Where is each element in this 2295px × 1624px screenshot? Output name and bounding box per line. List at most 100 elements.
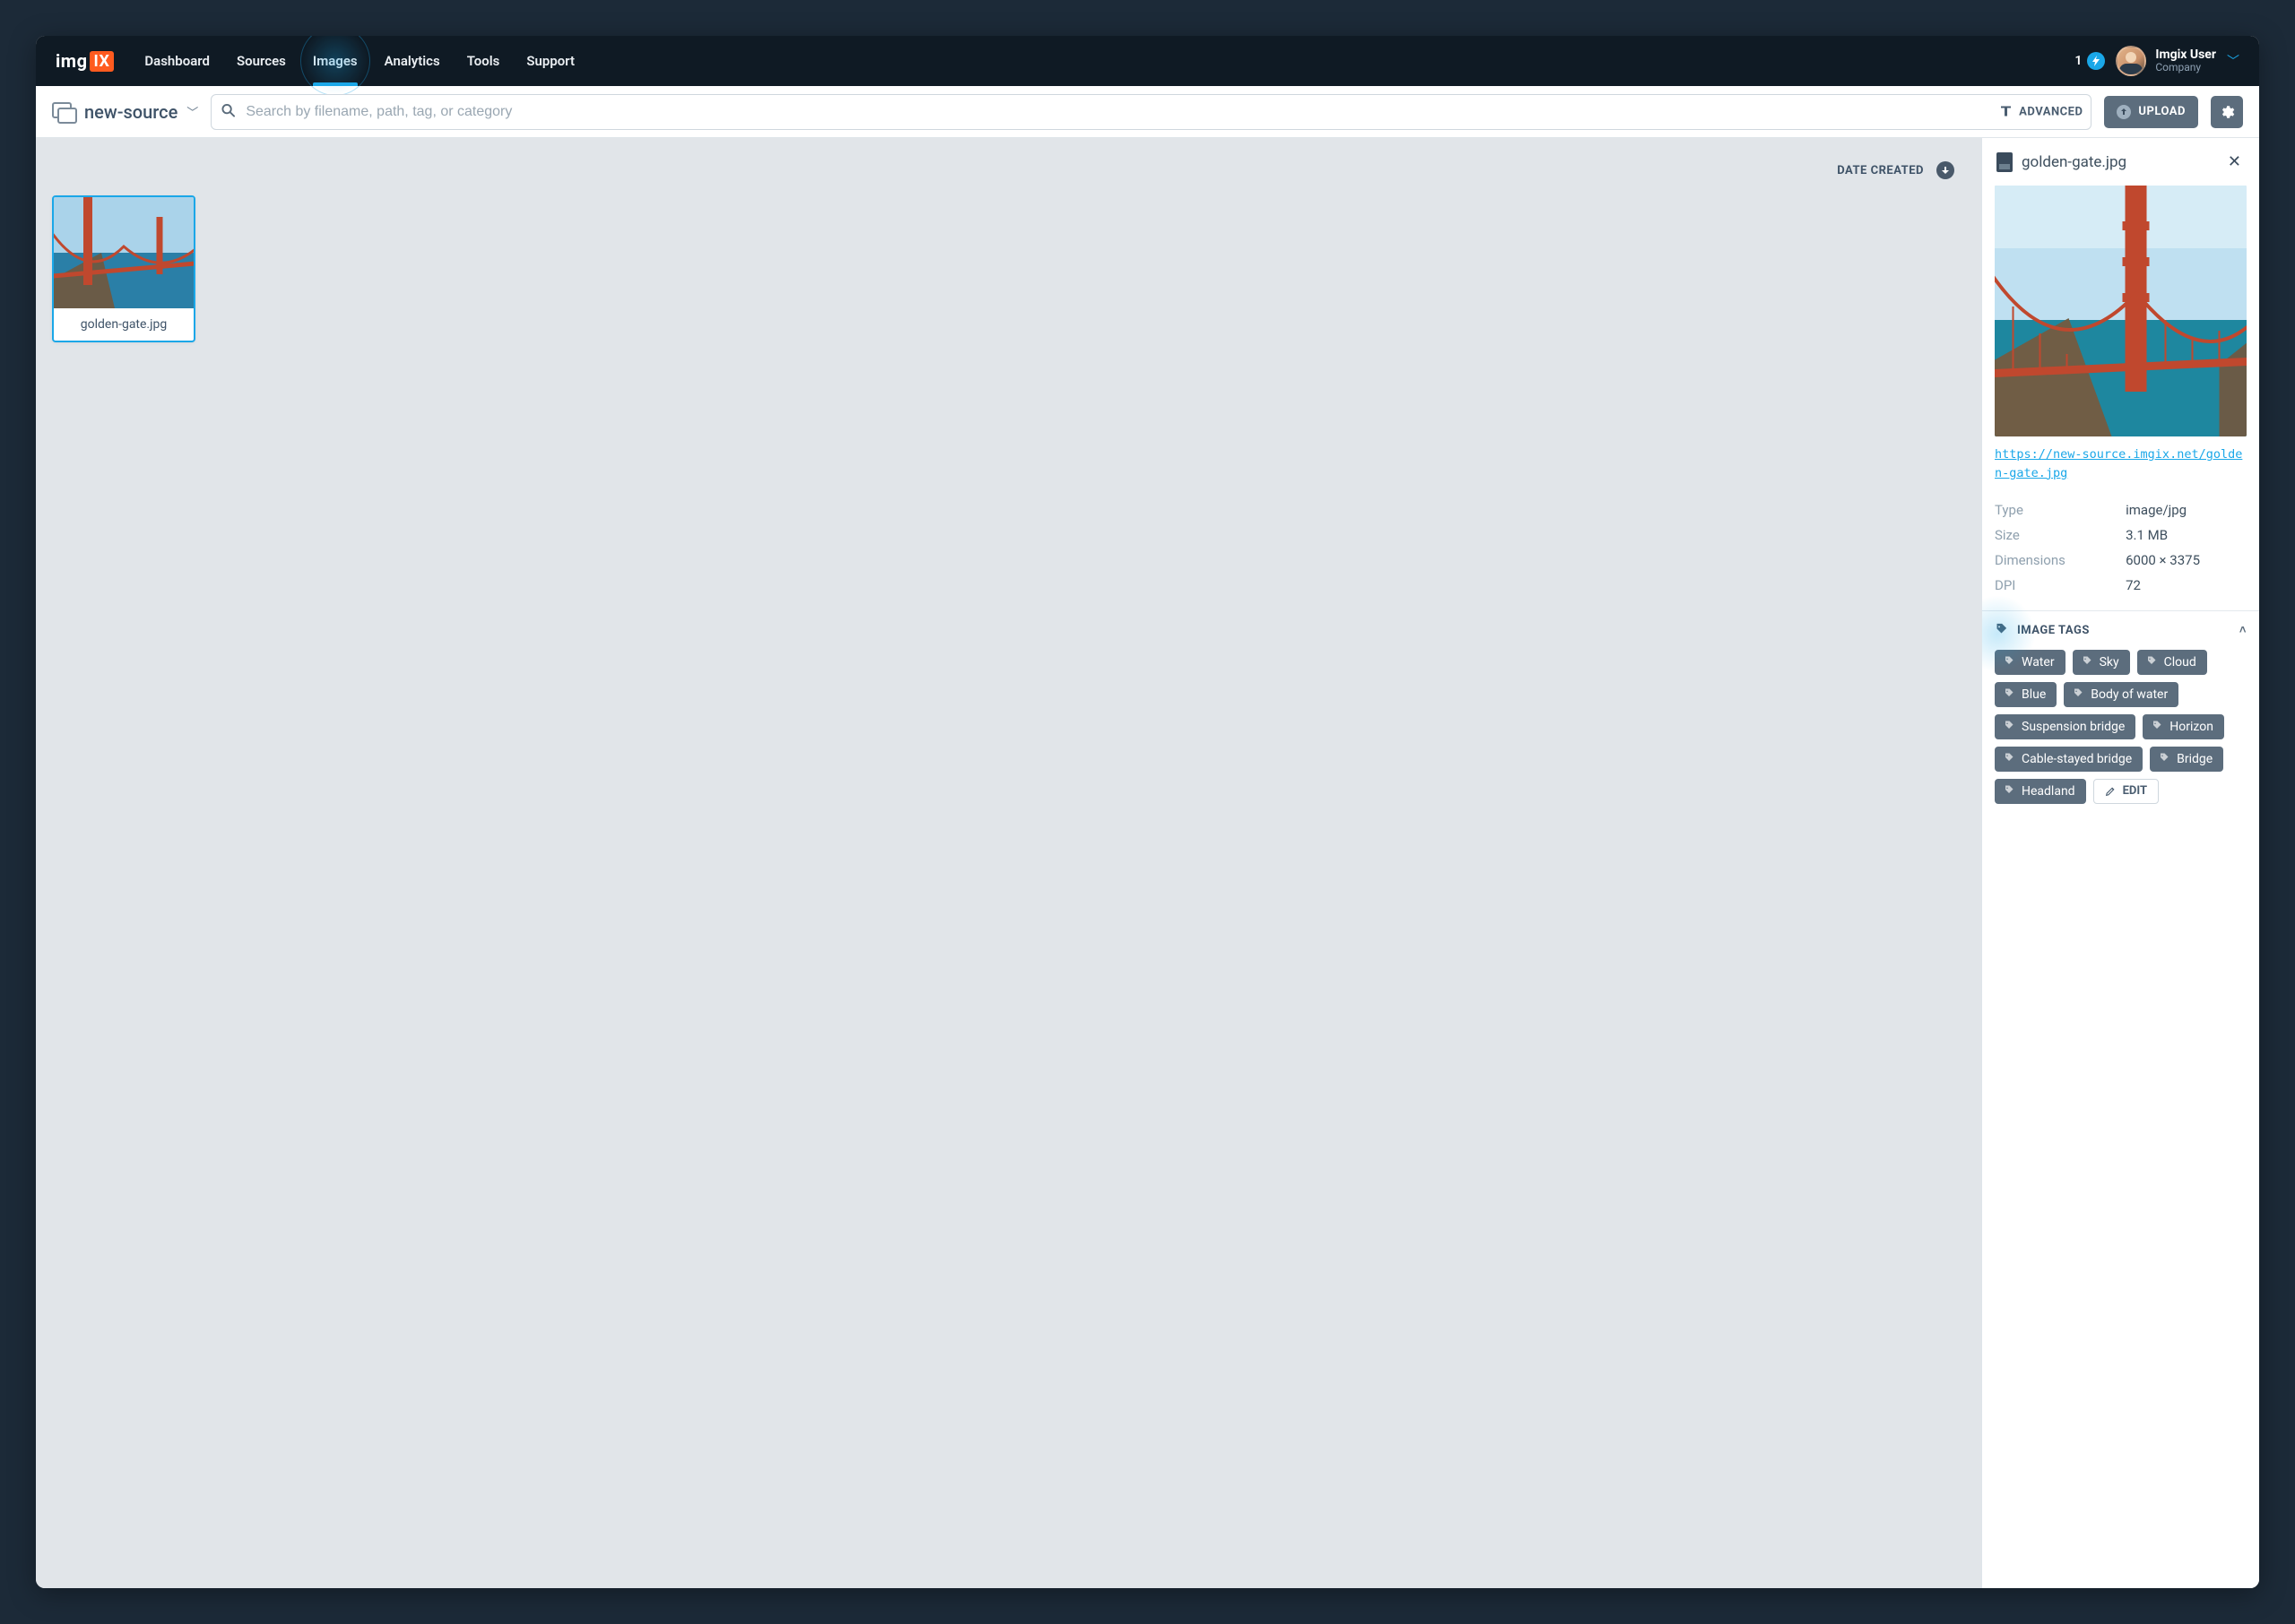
topbar: imgIX Dashboard Sources Images Analytics…: [36, 36, 2259, 86]
meta-key: Dimensions: [1995, 552, 2126, 568]
meta-value: image/jpg: [2126, 502, 2247, 518]
image-tags-section: IMAGE TAGS ˄ Water Sky Cloud Blue Body of wa…: [1982, 610, 2259, 816]
tag-label: Bridge: [2177, 752, 2213, 766]
tag-icon: [2004, 655, 2014, 669]
search-wrap: ADVANCED: [211, 94, 2091, 130]
pencil-icon: [2105, 785, 2117, 797]
tag-label: Sky: [2100, 655, 2119, 669]
upload-icon: [2117, 105, 2131, 119]
grid-sort[interactable]: DATE CREATED: [52, 154, 1960, 195]
tag-label: Horizon: [2169, 720, 2213, 734]
tag-icon: [2082, 655, 2092, 669]
tag-icon: [2004, 687, 2014, 702]
tag[interactable]: Sky: [2073, 650, 2130, 675]
meta-key: DPI: [1995, 577, 2126, 593]
meta-row: Size 3.1 MB: [1995, 523, 2247, 548]
settings-button[interactable]: [2211, 96, 2243, 128]
sort-label: DATE CREATED: [1837, 164, 1924, 177]
advanced-search-button[interactable]: ADVANCED: [2000, 105, 2083, 118]
tag-label: Water: [2022, 655, 2055, 669]
chevron-up-icon: ˄: [2239, 623, 2247, 637]
tag-icon: [2004, 752, 2014, 766]
tag-icon: [2004, 784, 2014, 799]
tag[interactable]: Cloud: [2137, 650, 2207, 675]
image-thumbnail: [54, 197, 194, 308]
tag-icon: [2152, 720, 2162, 734]
user-menu[interactable]: Imgix User Company ﹀: [2116, 46, 2239, 76]
tag[interactable]: Headland: [1995, 779, 2086, 804]
image-tags-title: IMAGE TAGS: [2017, 624, 2090, 637]
tag-label: Cable-stayed bridge: [2022, 752, 2132, 766]
tag[interactable]: Cable-stayed bridge: [1995, 747, 2143, 772]
tag[interactable]: Body of water: [2064, 682, 2178, 707]
tag-icon: [2146, 655, 2157, 669]
upload-label: UPLOAD: [2138, 105, 2186, 118]
details-panel: golden-gate.jpg ✕: [1981, 138, 2259, 1588]
main-nav: Dashboard Sources Images Analytics Tools…: [144, 36, 575, 86]
tag[interactable]: Water: [1995, 650, 2066, 675]
tag-label: Headland: [2022, 784, 2075, 799]
nav-item-tools[interactable]: Tools: [467, 36, 500, 86]
tag-label: Suspension bridge: [2022, 720, 2125, 734]
user-name: Imgix User: [2155, 48, 2216, 62]
close-button[interactable]: ✕: [2224, 149, 2245, 175]
search-icon: [221, 103, 235, 120]
meta-value: 3.1 MB: [2126, 527, 2247, 543]
tag[interactable]: Blue: [1995, 682, 2057, 707]
grid-area: DATE CREATED gold: [36, 138, 1981, 1588]
avatar: [2116, 46, 2146, 76]
meta-key: Size: [1995, 527, 2126, 543]
meta-row: DPI 72: [1995, 573, 2247, 598]
image-url-link[interactable]: https://new-source.imgix.net/golden-gate…: [1995, 445, 2247, 483]
tag-label: Cloud: [2164, 655, 2196, 669]
tag-icon: [2073, 687, 2083, 702]
content: DATE CREATED gold: [36, 138, 2259, 1588]
meta-row: Dimensions 6000 × 3375: [1995, 548, 2247, 573]
bolt-icon: [2087, 52, 2105, 70]
filter-icon: [2000, 106, 2012, 117]
meta-value: 6000 × 3375: [2126, 552, 2247, 568]
nav-item-analytics[interactable]: Analytics: [385, 36, 440, 86]
edit-label: EDIT: [2123, 784, 2147, 798]
brand-logo-text: img: [56, 50, 88, 72]
nav-item-support[interactable]: Support: [526, 36, 575, 86]
user-meta: Imgix User Company: [2155, 48, 2216, 74]
app-window: imgIX Dashboard Sources Images Analytics…: [36, 36, 2259, 1588]
meta-row: Type image/jpg: [1995, 497, 2247, 523]
nav-item-dashboard[interactable]: Dashboard: [144, 36, 210, 86]
topbar-right: 1 Imgix User Company ﹀: [2074, 46, 2239, 76]
search-input[interactable]: [211, 94, 2091, 130]
details-hero-image: [1995, 186, 2247, 436]
tag-label: Body of water: [2091, 687, 2168, 702]
edit-tags-button[interactable]: EDIT: [2093, 779, 2159, 804]
image-tags-header[interactable]: IMAGE TAGS ˄: [1995, 622, 2247, 639]
details-filename: golden-gate.jpg: [2022, 153, 2215, 171]
tag[interactable]: Horizon: [2143, 714, 2224, 739]
source-name: new-source: [84, 101, 178, 123]
tag[interactable]: Bridge: [2150, 747, 2223, 772]
tag[interactable]: Suspension bridge: [1995, 714, 2135, 739]
tags-wrap: Water Sky Cloud Blue Body of water Suspension…: [1995, 650, 2247, 804]
gear-icon: [2219, 104, 2235, 120]
meta-value: 72: [2126, 577, 2247, 593]
nav-item-label: Images: [313, 53, 358, 69]
sort-direction-icon: [1936, 161, 1954, 179]
image-card[interactable]: golden-gate.jpg: [52, 195, 195, 342]
tag-icon: [2159, 752, 2169, 766]
image-filename: golden-gate.jpg: [54, 308, 194, 341]
file-icon: [1996, 152, 2013, 172]
meta-key: Type: [1995, 502, 2126, 518]
tag-icon: [2004, 720, 2014, 734]
brand-logo[interactable]: imgIX: [56, 50, 114, 72]
advanced-label: ADVANCED: [2019, 105, 2083, 118]
source-selector[interactable]: new-source ﹀: [52, 101, 198, 123]
chevron-down-icon: ﹀: [2227, 52, 2239, 70]
nav-item-images[interactable]: Images: [313, 36, 358, 86]
nav-item-sources[interactable]: Sources: [237, 36, 286, 86]
tag-icon: [1995, 622, 2008, 639]
upload-button[interactable]: UPLOAD: [2104, 96, 2198, 128]
chevron-down-icon: ﹀: [186, 103, 198, 120]
brand-logo-box: IX: [90, 51, 115, 72]
user-company: Company: [2155, 62, 2216, 74]
notifications[interactable]: 1: [2074, 52, 2105, 70]
